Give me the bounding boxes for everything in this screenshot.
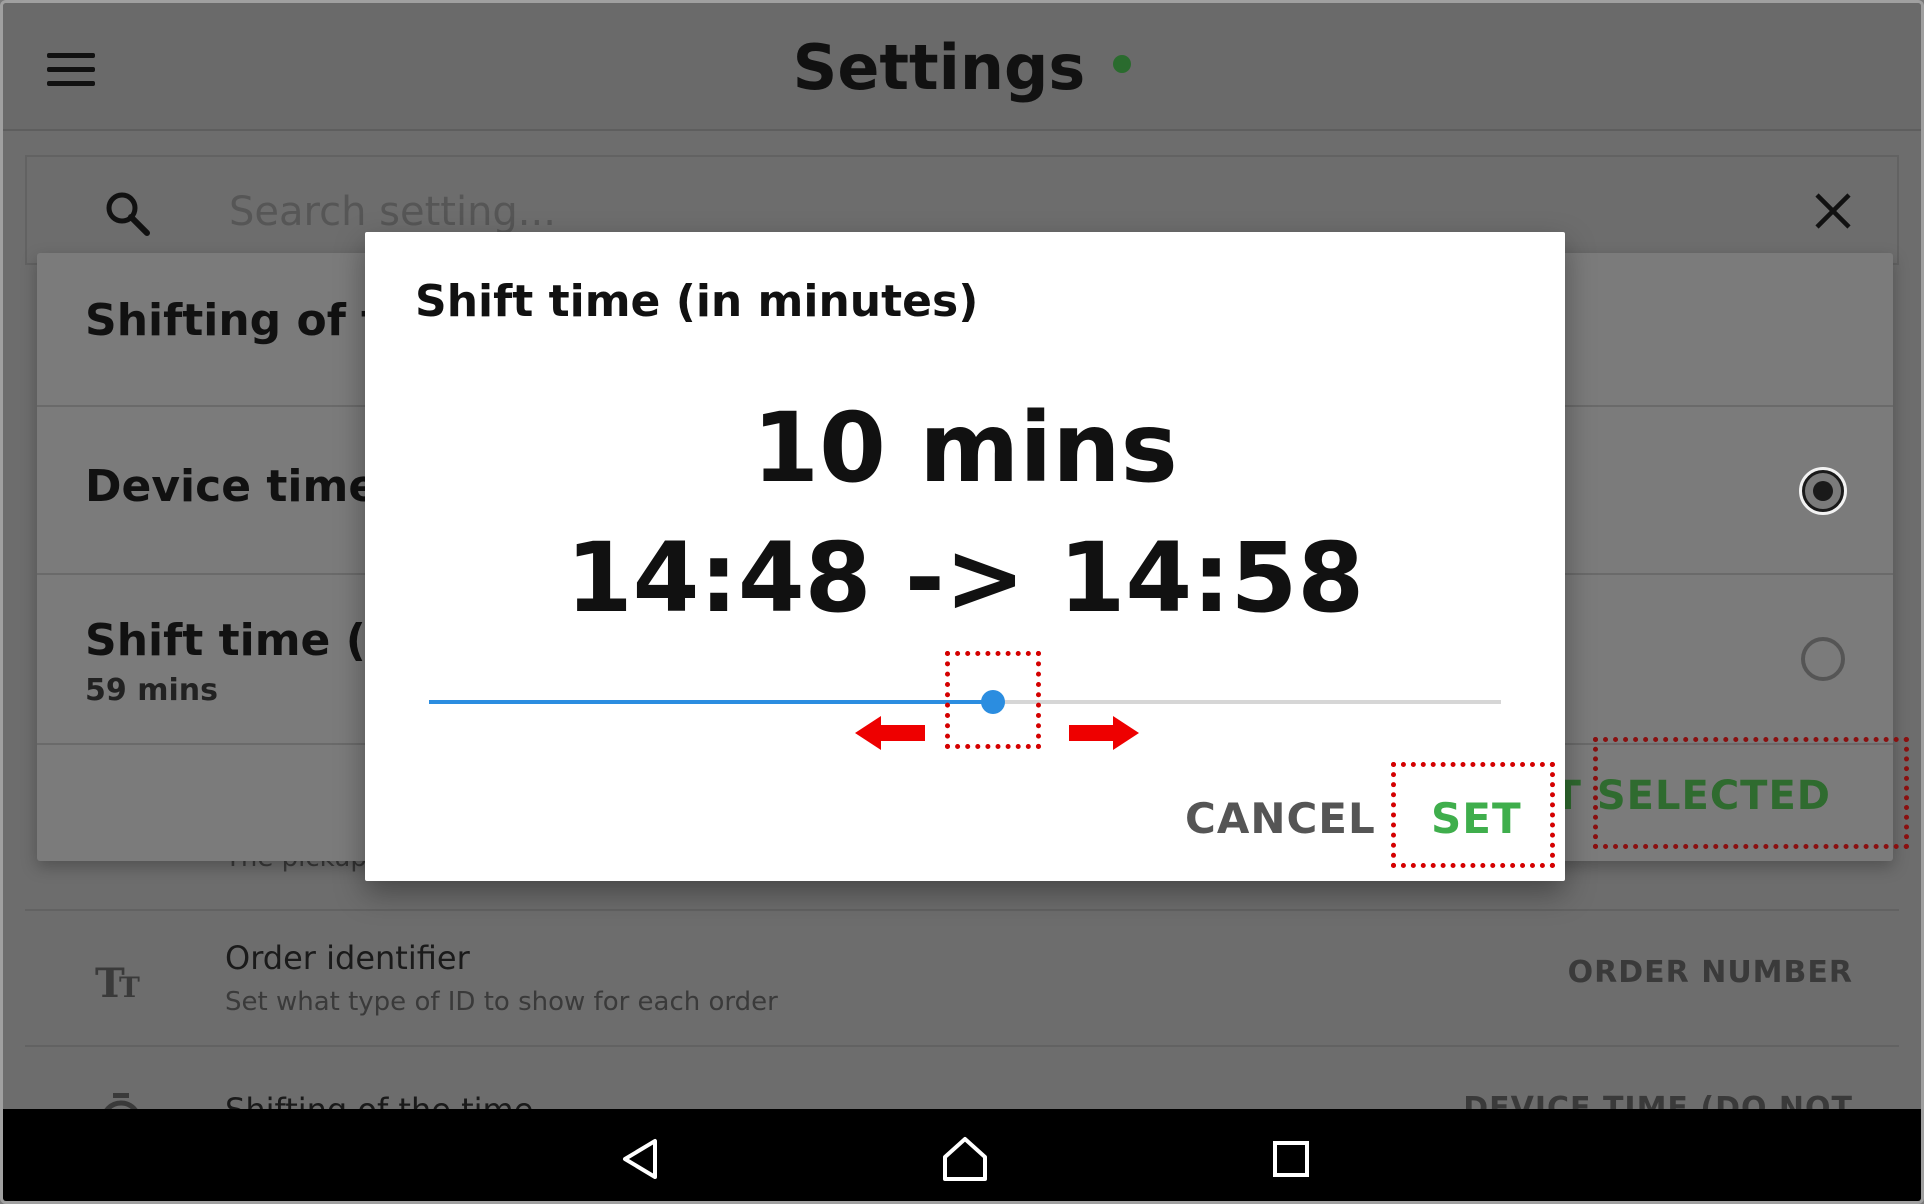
home-icon[interactable] [941,1135,989,1183]
option-sub: 59 mins [85,673,218,708]
cancel-button[interactable]: CANCEL [1185,794,1376,843]
set-button-highlight [1391,762,1555,868]
back-icon[interactable] [619,1135,667,1183]
shift-value: 10 mins [752,392,1178,504]
search-icon [106,192,150,236]
arrow-right-icon [1069,716,1139,750]
dialog-title: Shift time (in minutes) [415,276,979,327]
shift-time-dialog: Shift time (in minutes) 10 mins 14:48 ->… [365,232,1565,881]
radio-unselected[interactable] [1801,637,1845,681]
list-item-title: Order identifier [225,939,470,977]
page-title-text: Settings [792,31,1086,104]
radio-selected[interactable] [1799,467,1847,515]
page-title: Settings [3,31,1921,104]
radio-dot [1813,481,1833,501]
text-format-icon: T T [95,960,140,1005]
svg-text:T: T [119,971,140,1004]
arrow-left-icon [855,716,925,750]
slider-thumb-highlight [945,651,1041,749]
navigation-bar [3,1109,1921,1201]
recents-icon[interactable] [1267,1135,1315,1183]
list-item-order-identifier[interactable]: T T Order identifier Set what type of ID… [25,911,1899,1047]
time-range: 14:48 -> 14:58 [565,522,1365,634]
search-input[interactable] [227,187,1627,237]
status-dot [1113,54,1132,73]
slider-fill [429,700,993,704]
screen-frame: Settings The pickup T T Order identifier… [0,0,1924,1204]
list-item-value: ORDER NUMBER [1567,955,1853,990]
app-bar: Settings [3,3,1921,131]
close-icon[interactable] [1813,191,1853,231]
option-label: Shift time (in [85,615,413,666]
list-item-subtitle: Set what type of ID to show for each ord… [225,987,778,1017]
set-selected-highlight [1593,737,1909,849]
